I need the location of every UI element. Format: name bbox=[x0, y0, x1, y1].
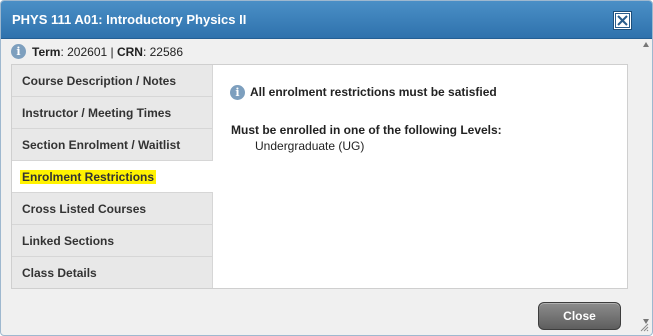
sidebar-item-cross-listed[interactable]: Cross Listed Courses bbox=[12, 193, 213, 225]
restrictions-message: All enrolment restrictions must be satis… bbox=[250, 85, 497, 99]
sidebar-nav: Course Description / Notes Instructor / … bbox=[12, 65, 213, 288]
levels-label: Must be enrolled in one of the following… bbox=[231, 123, 502, 137]
term-text: Term: 202601 | CRN: 22586 bbox=[32, 45, 183, 59]
sidebar-item-label: Class Details bbox=[22, 266, 97, 280]
dialog-title: PHYS 111 A01: Introductory Physics II bbox=[12, 12, 247, 27]
details-panel: Course Description / Notes Instructor / … bbox=[11, 64, 628, 289]
term-label: Term bbox=[32, 45, 61, 59]
sidebar-item-label: Section Enrolment / Waitlist bbox=[22, 138, 181, 152]
info-icon: i bbox=[11, 44, 26, 59]
sidebar-item-label: Instructor / Meeting Times bbox=[22, 106, 172, 120]
dialog-titlebar[interactable]: PHYS 111 A01: Introductory Physics II bbox=[1, 1, 652, 39]
restrictions-content: i All enrolment restrictions must be sat… bbox=[230, 65, 625, 288]
sidebar-item-linked-sections[interactable]: Linked Sections bbox=[12, 225, 213, 257]
level-value: Undergraduate (UG) bbox=[255, 139, 365, 153]
resize-grip-icon[interactable] bbox=[639, 322, 649, 332]
close-button[interactable]: Close bbox=[538, 302, 621, 330]
sidebar-item-section-enrolment[interactable]: Section Enrolment / Waitlist bbox=[12, 129, 213, 161]
sidebar-item-course-description[interactable]: Course Description / Notes bbox=[12, 65, 213, 97]
sidebar-item-label: Course Description / Notes bbox=[22, 74, 177, 88]
crn-label: CRN bbox=[116, 45, 143, 59]
sidebar-item-class-details[interactable]: Class Details bbox=[12, 257, 213, 288]
scroll-up-arrow-icon[interactable] bbox=[642, 41, 650, 49]
sidebar-item-label: Linked Sections bbox=[22, 234, 115, 248]
info-icon: i bbox=[230, 85, 245, 100]
class-details-dialog: PHYS 111 A01: Introductory Physics II i … bbox=[0, 0, 653, 336]
sidebar-item-instructor[interactable]: Instructor / Meeting Times bbox=[12, 97, 213, 129]
close-x-icon[interactable] bbox=[613, 11, 632, 30]
term-value: : 202601 | bbox=[60, 45, 117, 59]
sidebar-item-label: Enrolment Restrictions bbox=[20, 170, 157, 184]
crn-value: : 22586 bbox=[142, 45, 183, 59]
sidebar-item-label: Cross Listed Courses bbox=[22, 202, 147, 216]
sidebar-item-enrolment-restrictions[interactable]: Enrolment Restrictions bbox=[12, 161, 213, 193]
